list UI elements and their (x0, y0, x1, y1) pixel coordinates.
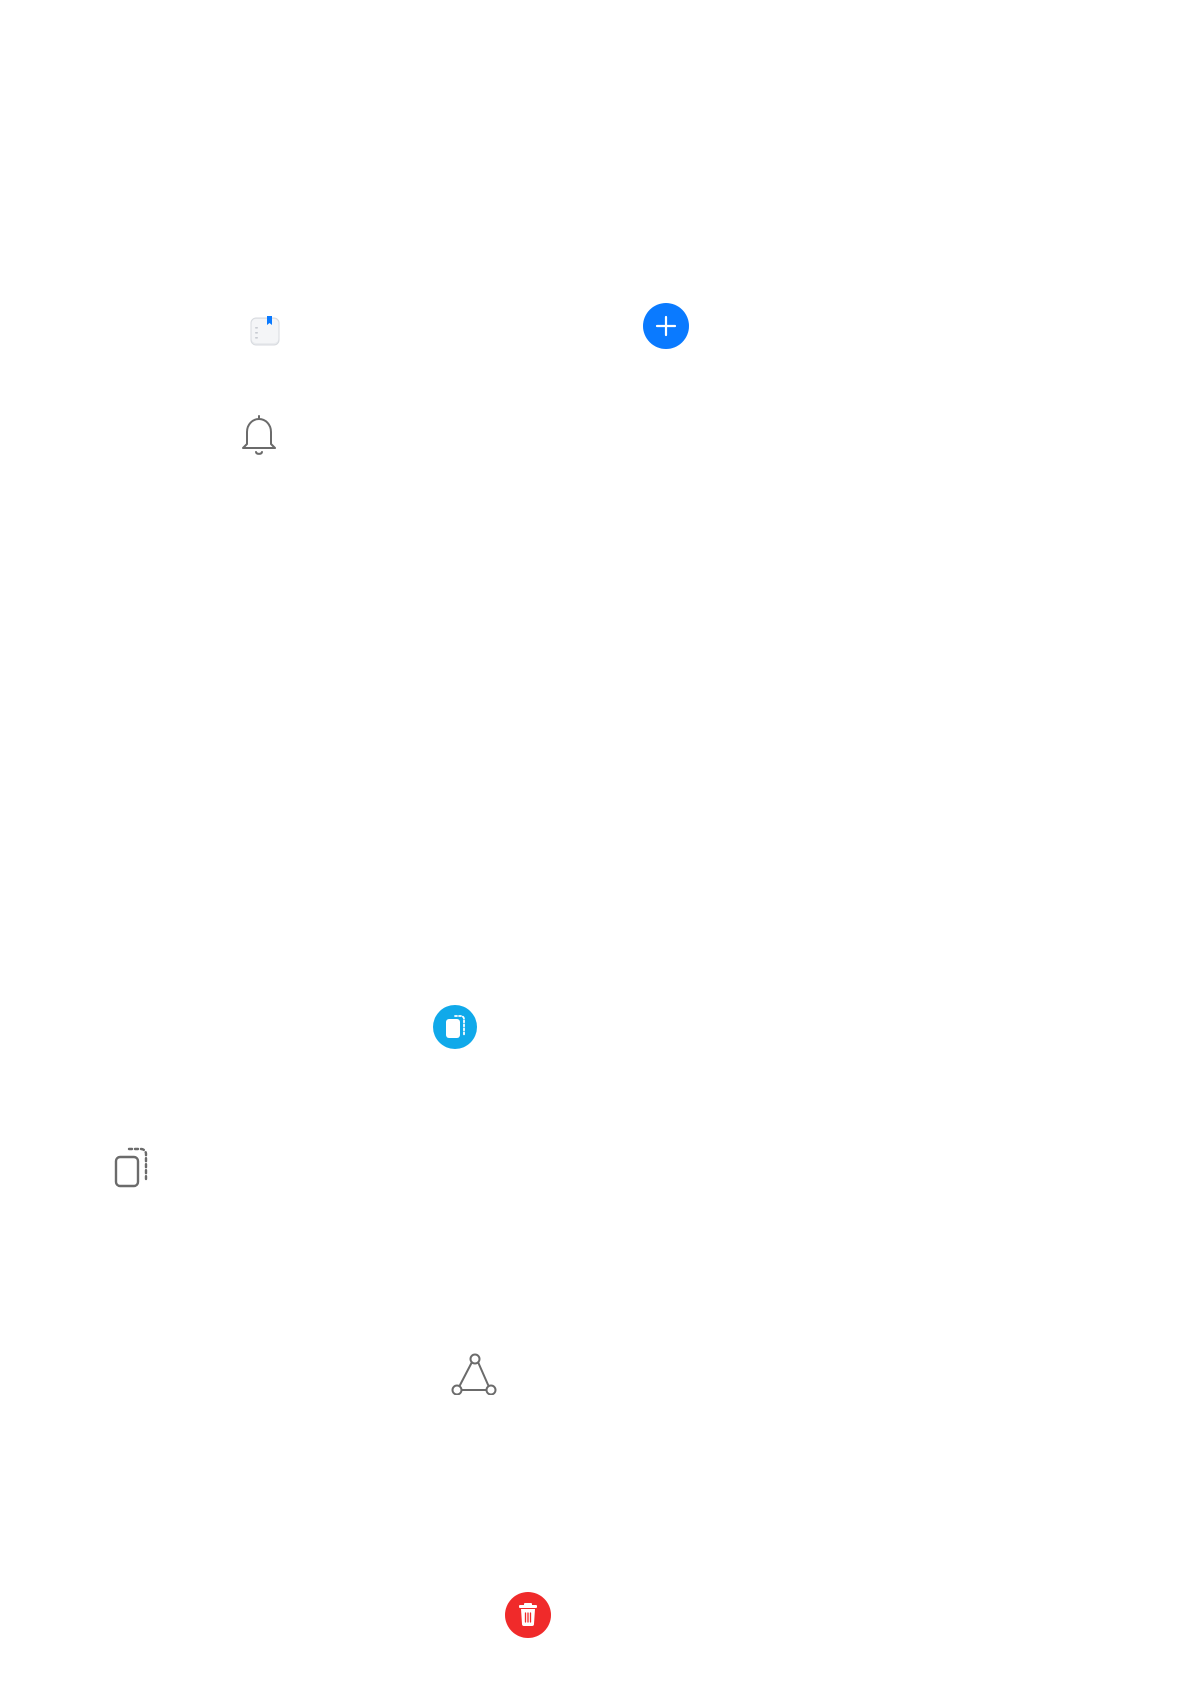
vector-path-icon (451, 1353, 497, 1395)
add-button[interactable] (643, 303, 689, 349)
clipboard-outline-icon (112, 1145, 152, 1189)
notes-app-icon[interactable] (249, 315, 281, 347)
bell-icon (239, 413, 279, 458)
clipboard-button[interactable] (433, 1005, 477, 1049)
delete-button[interactable] (505, 1592, 551, 1638)
